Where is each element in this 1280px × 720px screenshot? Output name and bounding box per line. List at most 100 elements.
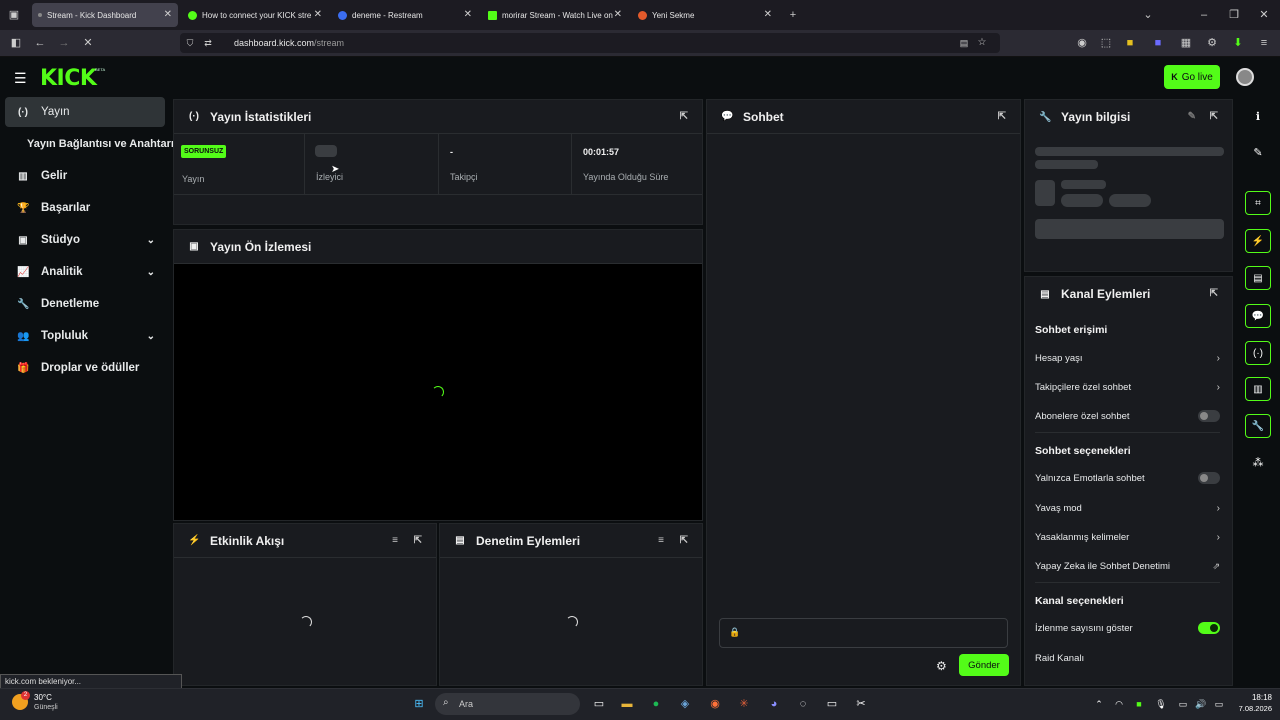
popout-icon[interactable]: ⇱	[680, 111, 688, 122]
info-icon[interactable]: ℹ	[1250, 110, 1266, 126]
close-window-icon[interactable]: ✕	[1256, 7, 1272, 23]
emote-only-toggle[interactable]	[1198, 472, 1220, 484]
menu-icon[interactable]: ≡	[1256, 35, 1272, 51]
firefox-icon[interactable]: ◉	[706, 695, 724, 713]
file-explorer-icon[interactable]: ▬	[618, 695, 636, 713]
video-preview[interactable]	[174, 264, 702, 520]
sidebar-item-analitik[interactable]: 📈 Analitik ⌄	[5, 257, 165, 287]
tab-kick-dashboard[interactable]: Stream - Kick Dashboard ✕	[32, 3, 178, 27]
maximize-icon[interactable]: ❐	[1226, 7, 1242, 23]
slow-mode-row[interactable]: Yavaş mod ›	[1035, 498, 1220, 518]
tab-list-icon[interactable]: ▣	[6, 7, 22, 23]
taskbar-search[interactable]: ⌕ Ara	[435, 693, 580, 715]
followers-only-row[interactable]: Takipçilere özel sohbet ›	[1035, 377, 1220, 397]
avatar[interactable]	[1236, 68, 1254, 86]
volume-icon[interactable]: 🔊	[1192, 695, 1210, 713]
task-view-icon[interactable]: ▭	[590, 695, 608, 713]
sidebar-item-droplar[interactable]: 🎁 Droplar ve ödüller	[5, 353, 165, 383]
extensions-icon[interactable]: ⬚	[1098, 35, 1114, 51]
chat-input[interactable]: 🔒	[719, 618, 1008, 648]
document-tool-icon[interactable]: ▤	[1245, 266, 1271, 290]
discord-icon[interactable]: ◕	[765, 695, 783, 713]
skeleton-tag	[1109, 194, 1151, 207]
send-button[interactable]: Gönder	[959, 654, 1009, 676]
close-tab-icon[interactable]: ✕	[164, 9, 172, 20]
windows-start-icon[interactable]: ⊞	[410, 695, 428, 713]
lightning-tool-icon[interactable]: ⚡	[1245, 229, 1271, 253]
filter-icon[interactable]: ≡	[658, 535, 664, 546]
account-icon[interactable]: ◉	[1074, 35, 1090, 51]
tray-overflow-icon[interactable]: ⌃	[1090, 695, 1108, 713]
reader-view-icon[interactable]: ▤	[956, 35, 972, 51]
headset-icon[interactable]: ◠	[1110, 695, 1128, 713]
popout-icon[interactable]: ⇱	[680, 535, 688, 546]
shield-icon[interactable]: ⛉	[182, 35, 198, 51]
go-live-button[interactable]: K Go live	[1164, 65, 1220, 89]
tab-morirar[interactable]: morirar Stream - Watch Live on ✕	[482, 3, 628, 27]
download-icon[interactable]: ⬇	[1230, 35, 1246, 51]
forward-icon[interactable]: →	[56, 35, 72, 51]
sidebar-item-label: Denetleme	[41, 298, 100, 310]
sidebar-item-topluluk[interactable]: 👥 Topluluk ⌄	[5, 321, 165, 351]
stop-icon[interactable]: ✕	[80, 35, 96, 51]
steam-icon[interactable]: ◈	[676, 695, 694, 713]
system-app-icon[interactable]: ◌	[794, 695, 812, 713]
bookmark-star-icon[interactable]: ☆	[974, 35, 990, 51]
extension-cog-icon[interactable]: ⚙	[1204, 35, 1220, 51]
channel-tool-icon[interactable]: ▥	[1245, 377, 1271, 401]
sidebar-item-denetleme[interactable]: 🔧 Denetleme	[5, 289, 165, 319]
minimize-icon[interactable]: –	[1196, 7, 1212, 23]
add-widget-icon[interactable]: ⁂	[1250, 456, 1266, 472]
chat-tool-icon[interactable]: 💬	[1245, 304, 1271, 328]
close-tab-icon[interactable]: ✕	[314, 9, 322, 20]
popout-icon[interactable]: ⇱	[1210, 288, 1218, 299]
close-tab-icon[interactable]: ✕	[764, 9, 772, 20]
sidebar-toggle-icon[interactable]: ◧	[8, 35, 24, 51]
broadcast-tool-icon[interactable]: (·)	[1245, 341, 1271, 365]
edit-icon[interactable]: ✎	[1188, 111, 1196, 122]
tab-overflow-icon[interactable]: ⌄	[1140, 7, 1156, 23]
preview-tool-icon[interactable]: ⌗	[1245, 191, 1271, 215]
show-viewers-toggle[interactable]	[1198, 622, 1220, 634]
clock-time[interactable]: 18:18	[1232, 693, 1272, 702]
account-age-row[interactable]: Hesap yaşı ›	[1035, 348, 1220, 368]
spark-app-icon[interactable]: ✳	[735, 695, 753, 713]
popout-icon[interactable]: ⇱	[998, 111, 1006, 122]
extension-yellow-icon[interactable]: ■	[1122, 35, 1138, 51]
ai-moderation-row[interactable]: Yapay Zeka ile Sohbet Denetimi ⇗	[1035, 556, 1220, 576]
address-bar[interactable]: ⛉ ⇄ dashboard.kick.com/stream ▤ ☆	[180, 33, 1000, 53]
kick-logo[interactable]: KICK	[40, 66, 97, 91]
sidebar-item-basarilar[interactable]: 🏆 Başarılar	[5, 193, 165, 223]
chat-settings-icon[interactable]: ⚙	[936, 659, 947, 673]
terminal-icon[interactable]: ▭	[823, 695, 841, 713]
sidebar-item-studyo[interactable]: ▣ Stüdyo ⌄	[5, 225, 165, 255]
microphone-icon[interactable]: 🎙	[1152, 695, 1170, 713]
sidebar-item-gelir[interactable]: ▥ Gelir	[5, 161, 165, 191]
snipping-tool-icon[interactable]: ✂	[852, 695, 870, 713]
sidebar-item-yayin[interactable]: (·) Yayın	[5, 97, 165, 127]
banned-words-row[interactable]: Yasaklanmış kelimeler ›	[1035, 527, 1220, 547]
spotify-icon[interactable]: ●	[647, 695, 665, 713]
extension-grid-icon[interactable]: ▦	[1178, 35, 1194, 51]
raid-row[interactable]: Raid Kanalı	[1035, 648, 1220, 668]
edit-icon[interactable]: ✎	[1250, 146, 1266, 162]
close-tab-icon[interactable]: ✕	[464, 9, 472, 20]
permissions-icon[interactable]: ⇄	[200, 35, 216, 51]
popout-icon[interactable]: ⇱	[414, 535, 422, 546]
close-tab-icon[interactable]: ✕	[614, 9, 622, 20]
popout-icon[interactable]: ⇱	[1210, 111, 1218, 122]
weather-temp[interactable]: 30°C	[34, 693, 52, 702]
new-tab-icon[interactable]: +	[785, 7, 801, 23]
hamburger-menu-icon[interactable]: ☰	[14, 70, 27, 87]
extension-blue-icon[interactable]: ■	[1150, 35, 1166, 51]
back-icon[interactable]: ←	[32, 35, 48, 51]
tab-kick-help[interactable]: How to connect your KICK stre ✕	[182, 3, 328, 27]
tab-new[interactable]: Yeni Sekme ✕	[632, 3, 778, 27]
tab-restream[interactable]: deneme - Restream ✕	[332, 3, 478, 27]
kick-tray-icon[interactable]: ■	[1130, 695, 1148, 713]
filter-icon[interactable]: ≡	[392, 535, 398, 546]
network-icon[interactable]: ▭	[1174, 695, 1192, 713]
sidebar-item-stream-key[interactable]: Yayın Bağlantısı ve Anahtarı	[5, 129, 173, 159]
subs-only-toggle[interactable]	[1198, 410, 1220, 422]
wrench-tool-icon[interactable]: 🔧	[1245, 414, 1271, 438]
